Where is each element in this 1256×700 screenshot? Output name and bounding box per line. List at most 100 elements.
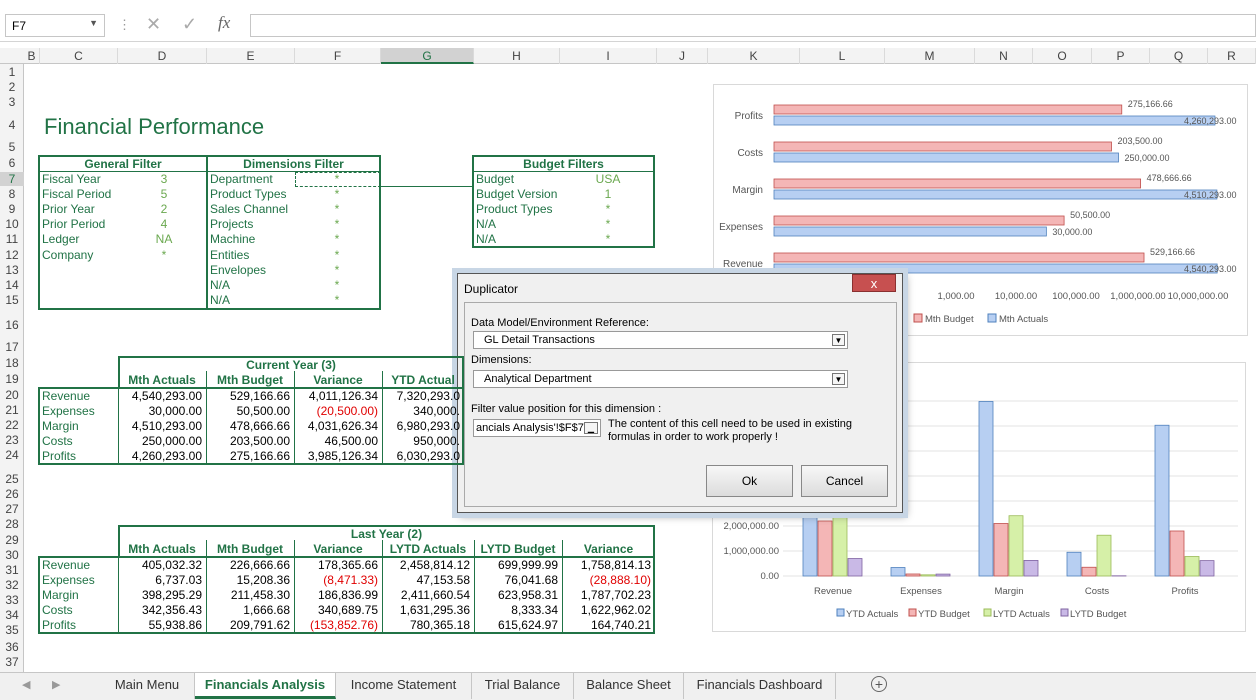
last_year-cell[interactable]: 226,666.66 <box>206 558 290 572</box>
row-header-13[interactable]: 13 <box>0 263 24 277</box>
column-header-H[interactable]: H <box>474 48 560 64</box>
last_year-cell[interactable]: 699,999.99 <box>474 558 558 572</box>
row-header-32[interactable]: 32 <box>0 578 24 592</box>
column-header-D[interactable]: D <box>118 48 207 64</box>
chevron-down-icon[interactable]: ▼ <box>832 334 845 346</box>
last_year-cell[interactable]: 6,737.03 <box>118 573 202 587</box>
last_year-cell[interactable]: 178,365.66 <box>294 558 378 572</box>
last_year-cell[interactable]: 398,295.29 <box>118 588 202 602</box>
cancel-button[interactable]: Cancel <box>801 465 888 497</box>
row-header-16[interactable]: 16 <box>0 318 24 332</box>
column-header-C[interactable]: C <box>40 48 118 64</box>
last_year-cell[interactable]: 405,032.32 <box>118 558 202 572</box>
tab-main-menu[interactable]: Main Menu <box>100 673 195 699</box>
last_year-cell[interactable]: 780,365.18 <box>382 618 470 632</box>
column-header-B[interactable]: B <box>24 48 40 64</box>
last_year-cell[interactable]: 8,333.34 <box>474 603 558 617</box>
row-header-18[interactable]: 18 <box>0 356 24 370</box>
last_year-cell[interactable]: (28,888.10) <box>562 573 651 587</box>
last_year-cell[interactable]: 15,208.36 <box>206 573 290 587</box>
model-select[interactable]: GL Detail Transactions ▼ <box>473 331 848 349</box>
last_year-cell[interactable]: 1,631,295.36 <box>382 603 470 617</box>
last_year-cell[interactable]: 2,411,660.54 <box>382 588 470 602</box>
last_year-cell[interactable]: 47,153.58 <box>382 573 470 587</box>
last_year-cell[interactable]: 1,666.68 <box>206 603 290 617</box>
column-header-K[interactable]: K <box>708 48 800 64</box>
row-header-29[interactable]: 29 <box>0 533 24 547</box>
row-header-19[interactable]: 19 <box>0 372 24 386</box>
current_year-cell[interactable]: 4,011,126.34 <box>294 389 378 403</box>
current_year-cell[interactable]: 4,260,293.00 <box>118 449 202 463</box>
current_year-cell[interactable]: 6,030,293.0 <box>382 449 460 463</box>
row-header-14[interactable]: 14 <box>0 278 24 292</box>
row-header-33[interactable]: 33 <box>0 593 24 607</box>
row-header-5[interactable]: 5 <box>0 140 24 154</box>
dimensions-select[interactable]: Analytical Department ▼ <box>473 370 848 388</box>
row-header-7[interactable]: 7 <box>0 172 24 186</box>
current_year-cell[interactable]: 250,000.00 <box>118 434 202 448</box>
last_year-cell[interactable]: 211,458.30 <box>206 588 290 602</box>
last_year-cell[interactable]: 623,958.31 <box>474 588 558 602</box>
column-header-F[interactable]: F <box>295 48 381 64</box>
row-header-1[interactable]: 1 <box>0 65 24 79</box>
row-header-26[interactable]: 26 <box>0 487 24 501</box>
fx-icon[interactable]: fx <box>218 13 230 33</box>
column-header-Q[interactable]: Q <box>1150 48 1208 64</box>
row-header-15[interactable]: 15 <box>0 293 24 307</box>
last_year-cell[interactable]: 55,938.86 <box>118 618 202 632</box>
tab-income-statement[interactable]: Income Statement <box>336 673 472 699</box>
current_year-cell[interactable]: 7,320,293.0 <box>382 389 460 403</box>
row-header-11[interactable]: 11 <box>0 232 24 246</box>
current_year-cell[interactable]: 3,985,126.34 <box>294 449 378 463</box>
column-header-O[interactable]: O <box>1033 48 1092 64</box>
last_year-cell[interactable]: 2,458,814.12 <box>382 558 470 572</box>
column-header-I[interactable]: I <box>560 48 657 64</box>
ok-button[interactable]: Ok <box>706 465 793 497</box>
next-sheet-icon[interactable]: ▶ <box>52 678 60 691</box>
formula-input[interactable] <box>250 14 1256 37</box>
row-header-24[interactable]: 24 <box>0 448 24 462</box>
tab-financials-analysis[interactable]: Financials Analysis <box>195 673 336 699</box>
last_year-cell[interactable]: 1,787,702.23 <box>562 588 651 602</box>
prev-sheet-icon[interactable]: ◀ <box>22 678 30 691</box>
column-header-L[interactable]: L <box>800 48 885 64</box>
row-header-37[interactable]: 37 <box>0 655 24 669</box>
current_year-cell[interactable]: 203,500.00 <box>206 434 290 448</box>
column-header-G[interactable]: G <box>381 48 474 64</box>
column-header-R[interactable]: R <box>1208 48 1256 64</box>
row-header-23[interactable]: 23 <box>0 433 24 447</box>
add-sheet-icon[interactable]: + <box>871 676 887 692</box>
current_year-cell[interactable]: 4,031,626.34 <box>294 419 378 433</box>
row-header-34[interactable]: 34 <box>0 608 24 622</box>
current_year-cell[interactable]: 46,500.00 <box>294 434 378 448</box>
current_year-cell[interactable]: 529,166.66 <box>206 389 290 403</box>
row-header-12[interactable]: 12 <box>0 248 24 262</box>
tab-financials-dashboard[interactable]: Financials Dashboard <box>684 673 836 699</box>
row-header-10[interactable]: 10 <box>0 217 24 231</box>
tab-balance-sheet[interactable]: Balance Sheet <box>574 673 684 699</box>
cancel-icon[interactable]: ✕ <box>146 14 161 35</box>
row-header-22[interactable]: 22 <box>0 418 24 432</box>
row-header-17[interactable]: 17 <box>0 340 24 354</box>
column-header-E[interactable]: E <box>207 48 295 64</box>
last_year-cell[interactable]: 340,689.75 <box>294 603 378 617</box>
last_year-cell[interactable]: 209,791.62 <box>206 618 290 632</box>
check-icon[interactable]: ✓ <box>182 14 197 35</box>
column-header-P[interactable]: P <box>1092 48 1150 64</box>
last_year-cell[interactable]: 342,356.43 <box>118 603 202 617</box>
current_year-cell[interactable]: 950,000. <box>382 434 460 448</box>
row-header-21[interactable]: 21 <box>0 403 24 417</box>
column-header-J[interactable]: J <box>657 48 708 64</box>
last_year-cell[interactable]: 164,740.21 <box>562 618 651 632</box>
row-header-36[interactable]: 36 <box>0 640 24 654</box>
row-header-30[interactable]: 30 <box>0 548 24 562</box>
row-header-3[interactable]: 3 <box>0 95 24 109</box>
row-header-8[interactable]: 8 <box>0 187 24 201</box>
chevron-down-icon[interactable]: ▼ <box>89 18 98 28</box>
chevron-down-icon[interactable]: ▼ <box>832 373 845 385</box>
last_year-cell[interactable]: 1,622,962.02 <box>562 603 651 617</box>
current_year-cell[interactable]: 478,666.66 <box>206 419 290 433</box>
row-header-4[interactable]: 4 <box>0 118 24 132</box>
current_year-cell[interactable]: 4,540,293.00 <box>118 389 202 403</box>
row-header-2[interactable]: 2 <box>0 80 24 94</box>
